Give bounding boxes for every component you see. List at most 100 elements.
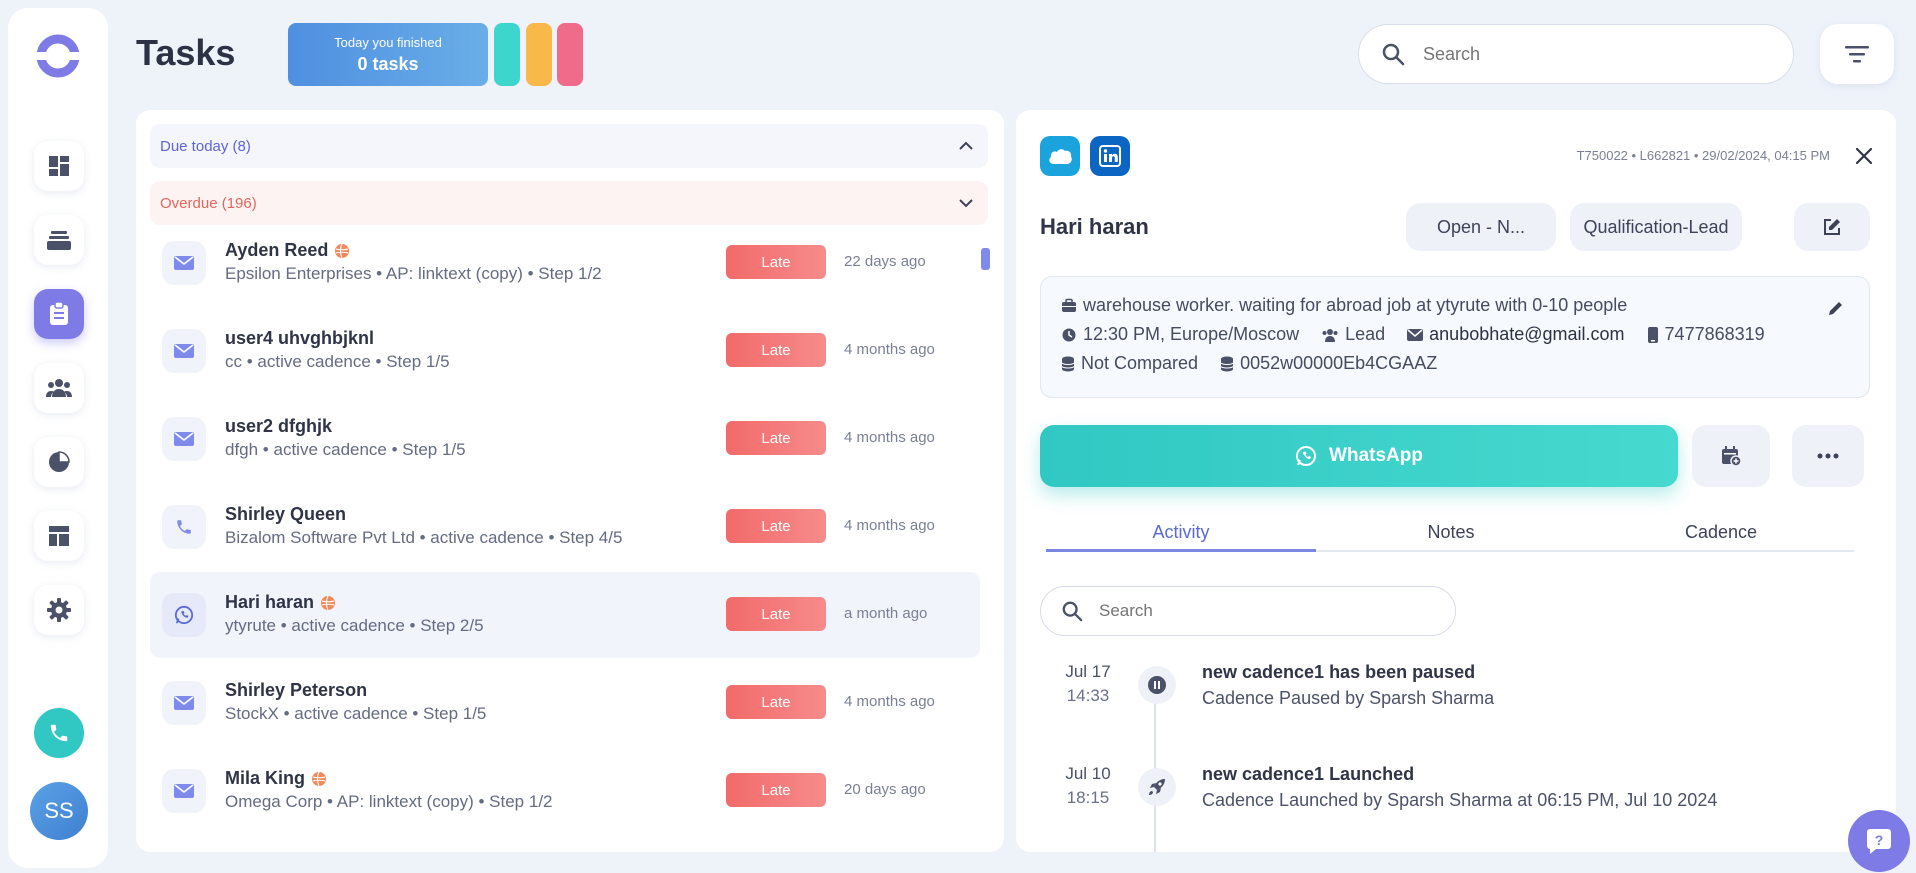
task-row[interactable]: user2 dfghjk dfgh • active cadence • Step… — [150, 396, 980, 482]
late-badge: Late — [726, 685, 826, 719]
ellipsis-icon — [1817, 453, 1839, 459]
global-search[interactable] — [1358, 24, 1794, 84]
due-today-label: Due today (8) — [160, 137, 251, 155]
late-badge: Late — [726, 245, 826, 279]
task-type-button — [162, 505, 206, 549]
task-row[interactable]: user4 uhvghbjknl cc • active cadence • St… — [150, 308, 980, 394]
sidebar-item-people[interactable] — [34, 363, 84, 413]
activity-event: Jul 10 18:15 new cadence1 Launched Caden… — [1040, 764, 1840, 824]
mail-icon — [1407, 328, 1429, 341]
task-age: 20 days ago — [844, 781, 926, 798]
pencil-icon[interactable] — [1827, 299, 1845, 317]
close-button[interactable] — [1854, 146, 1874, 166]
task-contact-name[interactable]: Mila King — [225, 768, 327, 789]
task-row[interactable]: Shirley Queen Bizalom Software Pvt Ltd • … — [150, 484, 980, 570]
briefcase-icon — [1061, 298, 1083, 314]
task-subtitle: cc • active cadence • Step 1/5 — [225, 352, 450, 371]
mail-icon — [174, 256, 194, 270]
linkedin-button[interactable] — [1090, 136, 1130, 176]
late-badge: Late — [726, 421, 826, 455]
task-age: a month ago — [844, 605, 928, 622]
late-badge: Late — [726, 597, 826, 631]
task-contact-name[interactable]: Shirley Queen — [225, 504, 346, 525]
hot-lead-icon — [334, 243, 350, 259]
search-input[interactable] — [1423, 43, 1723, 65]
user-avatar[interactable]: SS — [30, 782, 88, 840]
mail-icon — [174, 432, 194, 446]
help-chat-icon: ? — [1864, 826, 1894, 856]
progress-pill-teal — [494, 23, 520, 86]
database-icon — [1061, 356, 1081, 372]
stage-dropdown[interactable]: Qualification-Lead — [1570, 203, 1742, 251]
whatsapp-button[interactable]: WhatsApp — [1040, 425, 1678, 487]
tab-cadence[interactable]: Cadence — [1586, 522, 1856, 552]
edit-lead-button[interactable] — [1794, 203, 1870, 251]
task-age: 4 months ago — [844, 341, 935, 358]
task-row[interactable]: Hari haran ytyrute • active cadence • Ste… — [150, 572, 980, 658]
more-options-button[interactable] — [1792, 425, 1864, 487]
help-button[interactable]: ? — [1848, 810, 1910, 872]
filter-button[interactable] — [1820, 24, 1894, 84]
task-row[interactable]: Mila King Omega Corp • AP: linktext (copy… — [150, 748, 980, 834]
sidebar-item-inbox[interactable] — [34, 215, 84, 265]
tab-activity[interactable]: Activity — [1046, 522, 1316, 552]
task-name-text: Shirley Peterson — [225, 680, 368, 700]
mail-icon — [174, 784, 194, 798]
task-row[interactable]: Ayden Reed Epsilon Enterprises • AP: link… — [150, 220, 980, 306]
task-contact-name[interactable]: Hari haran — [225, 592, 336, 613]
task-name-text: Shirley Queen — [225, 504, 347, 524]
salesforce-cloud-icon — [1047, 147, 1073, 165]
mobile-icon — [1647, 326, 1665, 343]
database-icon — [1220, 356, 1240, 372]
task-subtitle: Bizalom Software Pvt Ltd • active cadenc… — [225, 528, 623, 547]
overdue-label: Overdue (196) — [160, 194, 257, 212]
due-today-section[interactable]: Due today (8) — [150, 124, 988, 168]
task-contact-name[interactable]: Ayden Reed — [225, 240, 350, 261]
task-name-text: user2 dfghjk — [225, 416, 333, 436]
task-contact-name[interactable]: user4 uhvghbjknl — [225, 328, 374, 349]
activity-search-input[interactable] — [1099, 601, 1399, 621]
event-icon-wrap — [1138, 768, 1176, 806]
activity-search[interactable] — [1040, 586, 1456, 636]
event-desc: Cadence Launched by Sparsh Sharma at 06:… — [1202, 790, 1718, 810]
late-badge: Late — [726, 509, 826, 543]
dialer-button[interactable] — [34, 708, 84, 758]
task-contact-name[interactable]: Shirley Peterson — [225, 680, 367, 701]
crm-id: 0052w00000Eb4CGAAZ — [1240, 353, 1438, 373]
reschedule-button[interactable] — [1692, 425, 1770, 487]
pause-icon — [1147, 675, 1167, 695]
app-logo[interactable] — [34, 32, 82, 80]
inbox-stack-icon — [46, 228, 72, 252]
tab-notes[interactable]: Notes — [1316, 522, 1586, 552]
close-icon — [1854, 146, 1874, 166]
list-scrollbar[interactable] — [981, 248, 990, 270]
lead-detail-panel: T750022 • L662821 • 29/02/2024, 04:15 PM… — [1016, 110, 1896, 852]
task-name-text: user4 uhvghbjknl — [225, 328, 375, 348]
lead-phone[interactable]: 7477868319 — [1665, 324, 1765, 345]
pie-chart-icon — [47, 450, 71, 474]
task-type-button — [162, 681, 206, 725]
overdue-section[interactable]: Overdue (196) — [150, 181, 988, 225]
detail-tabs: Activity Notes Cadence — [1046, 522, 1854, 552]
clipboard-tasks-icon — [48, 301, 70, 327]
sidebar-item-settings[interactable] — [34, 585, 84, 635]
task-subtitle: StockX • active cadence • Step 1/5 — [225, 704, 487, 723]
sidebar-item-templates[interactable] — [34, 511, 84, 561]
salesforce-button[interactable] — [1040, 136, 1080, 176]
whatsapp-icon — [1295, 445, 1329, 467]
rocket-icon — [1147, 777, 1167, 797]
event-title: new cadence1 Launched — [1202, 764, 1415, 784]
whatsapp-icon — [174, 605, 194, 625]
page-title: Tasks — [136, 32, 236, 73]
task-contact-name[interactable]: user2 dfghjk — [225, 416, 332, 437]
lead-email[interactable]: anubobhate@gmail.com — [1429, 324, 1624, 345]
sidebar-item-reports[interactable] — [34, 437, 84, 487]
status-dropdown[interactable]: Open - N... — [1406, 203, 1556, 251]
task-row[interactable]: Shirley Peterson StockX • active cadence … — [150, 660, 980, 746]
phone-icon — [175, 518, 193, 536]
task-type-button — [162, 417, 206, 461]
edit-icon — [1822, 217, 1842, 237]
sidebar-item-tasks[interactable] — [34, 289, 84, 339]
sidebar-item-dashboard[interactable] — [34, 141, 84, 191]
people-icon — [45, 377, 73, 399]
